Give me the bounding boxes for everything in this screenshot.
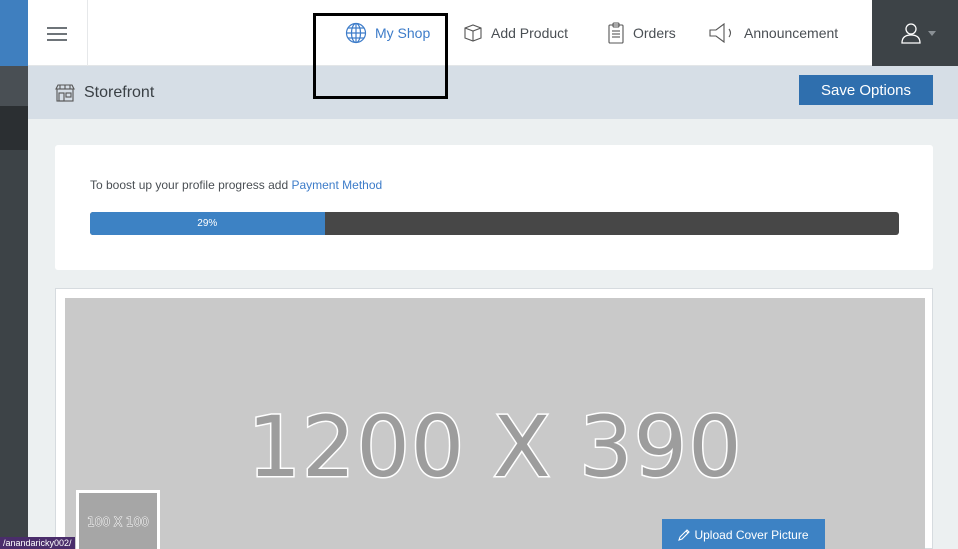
profile-progress-bar: 29%: [90, 212, 899, 235]
nav-label: Announcement: [744, 25, 839, 41]
pencil-icon: [678, 528, 691, 541]
nav-orders[interactable]: Orders: [607, 0, 676, 66]
progress-label: 29%: [197, 218, 218, 229]
profile-progress-card: To boost up your profile progress add Pa…: [55, 145, 933, 270]
storefront-header: Storefront Save Options: [28, 66, 958, 119]
page-title-text: Storefront: [84, 83, 155, 101]
nav-label: My Shop: [375, 25, 431, 41]
clipboard-icon: [608, 22, 624, 44]
store-icon: [55, 83, 75, 102]
user-icon: [901, 23, 921, 44]
save-options-button[interactable]: Save Options: [799, 75, 933, 105]
progress-message-text: To boost up your profile progress add: [90, 178, 292, 192]
nav-announcement[interactable]: Announcement: [708, 0, 838, 66]
sidebar-active-item[interactable]: [0, 106, 28, 150]
nav-label: Add Product: [491, 25, 569, 41]
globe-icon: [345, 22, 367, 44]
left-sidebar: [0, 0, 28, 549]
nav-my-shop[interactable]: My Shop: [345, 0, 430, 66]
payment-method-link[interactable]: Payment Method: [291, 178, 382, 192]
sidebar-brand-block: [0, 0, 28, 66]
cover-placeholder-text: 1200 X 390: [246, 397, 743, 498]
megaphone-icon: [709, 22, 732, 44]
status-url: /anandaricky002/: [0, 537, 75, 549]
cover-picture-frame: 1200 X 390 100 X 100 Upload Cover Pictur…: [55, 288, 933, 549]
profile-avatar[interactable]: 100 X 100: [76, 490, 160, 549]
box-icon: [464, 24, 482, 42]
menu-icon-line: [47, 33, 67, 35]
user-menu-button[interactable]: [872, 0, 958, 66]
progress-fill: 29%: [90, 212, 325, 235]
menu-icon-line: [47, 27, 67, 29]
avatar-placeholder-text: 100 X 100: [87, 515, 150, 530]
upload-cover-button[interactable]: Upload Cover Picture: [662, 519, 825, 549]
menu-icon-line: [47, 39, 67, 41]
nav-add-product[interactable]: Add Product: [463, 0, 568, 66]
cover-picture: 1200 X 390 100 X 100 Upload Cover Pictur…: [65, 298, 925, 549]
sidebar-strip: [0, 66, 28, 106]
menu-toggle-button[interactable]: [28, 0, 88, 66]
upload-cover-label: Upload Cover Picture: [694, 527, 809, 542]
progress-message: To boost up your profile progress add Pa…: [90, 178, 382, 192]
top-navbar: My Shop Add Product Orders Announcement: [28, 0, 958, 66]
page-title: Storefront: [55, 66, 154, 119]
nav-label: Orders: [633, 25, 676, 41]
chevron-down-icon: [928, 31, 936, 36]
